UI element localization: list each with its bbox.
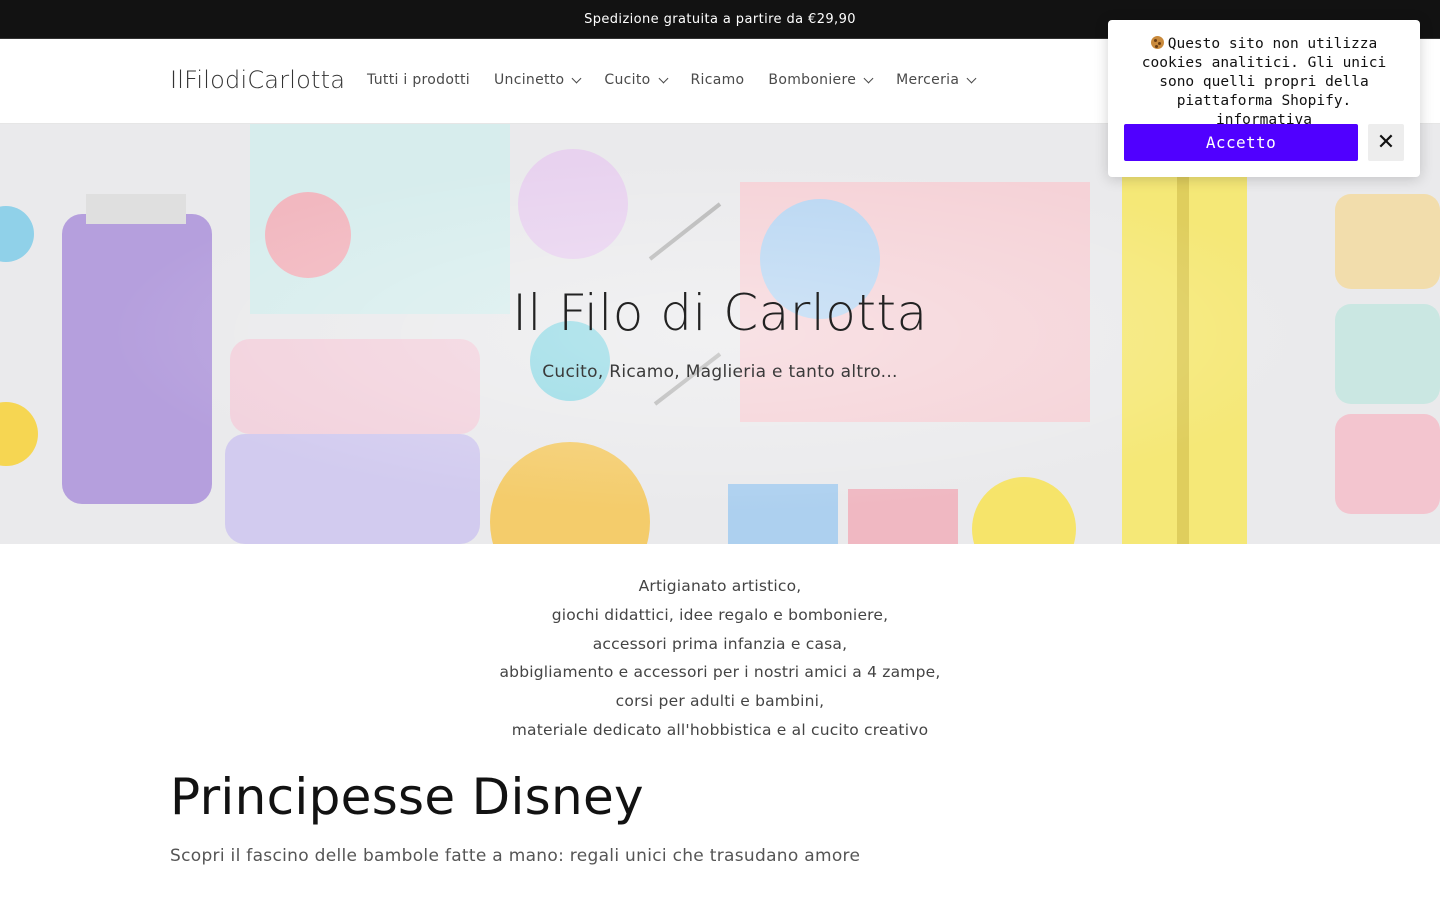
main-nav: Tutti i prodotti Uncinetto Cucito Ricamo…: [367, 72, 999, 88]
intro-text: Artigianato artistico, giochi didattici,…: [0, 572, 1440, 745]
close-icon: ✕: [1376, 129, 1396, 155]
nav-item-label: Ricamo: [690, 72, 745, 88]
nav-item-bomboniere[interactable]: Bomboniere: [768, 72, 874, 88]
announcement-text: Spedizione gratuita a partire da €29,90: [584, 11, 856, 27]
nav-item-label: Cucito: [604, 72, 651, 88]
nav-item-label: Tutti i prodotti: [367, 72, 470, 88]
site-logo[interactable]: IlFilodiCarlotta: [170, 66, 345, 94]
accept-cookies-button[interactable]: Accetto: [1124, 124, 1358, 161]
intro-line: abbigliamento e accessori per i nostri a…: [499, 663, 941, 682]
close-cookie-banner-button[interactable]: ✕: [1368, 124, 1404, 161]
nav-item-uncinetto[interactable]: Uncinetto: [493, 72, 582, 88]
hero-banner: Il Filo di Carlotta Cucito, Ricamo, Magl…: [0, 124, 1440, 544]
cookie-banner: Questo sito non utilizza cookies analiti…: [1108, 20, 1420, 177]
cookie-icon: [1150, 36, 1164, 49]
cookie-text: Questo sito non utilizza cookies analiti…: [1141, 36, 1387, 109]
chevron-down-icon: [863, 73, 874, 83]
nav-item-label: Merceria: [896, 72, 960, 88]
hero-title: Il Filo di Carlotta: [512, 284, 928, 342]
intro-line: giochi didattici, idee regalo e bombonie…: [551, 605, 889, 624]
intro-line: Artigianato artistico,: [638, 577, 802, 595]
hero-subtitle: Cucito, Ricamo, Maglieria e tanto altro.…: [542, 362, 898, 382]
intro-line: materiale dedicato all'hobbistica e al c…: [511, 720, 929, 739]
nav-item-ricamo[interactable]: Ricamo: [691, 72, 745, 88]
intro-line: corsi per adulti e bambini,: [615, 692, 825, 711]
chevron-down-icon: [571, 73, 582, 83]
nav-item-tutti-i-prodotti[interactable]: Tutti i prodotti: [367, 72, 470, 88]
cookie-message: Questo sito non utilizza cookies analiti…: [1122, 35, 1406, 130]
accept-button-label: Accetto: [1205, 133, 1277, 152]
chevron-down-icon: [966, 73, 977, 83]
intro-line: accessori prima infanzia e casa,: [592, 634, 848, 653]
section-subtitle: Scopri il fascino delle bambole fatte a …: [170, 846, 861, 866]
nav-item-label: Bomboniere: [768, 72, 857, 88]
chevron-down-icon: [658, 73, 668, 83]
nav-item-merceria[interactable]: Merceria: [896, 72, 977, 88]
nav-item-label: Uncinetto: [493, 72, 565, 88]
section-title: Principesse Disney: [170, 768, 644, 826]
nav-item-cucito[interactable]: Cucito: [604, 72, 668, 88]
